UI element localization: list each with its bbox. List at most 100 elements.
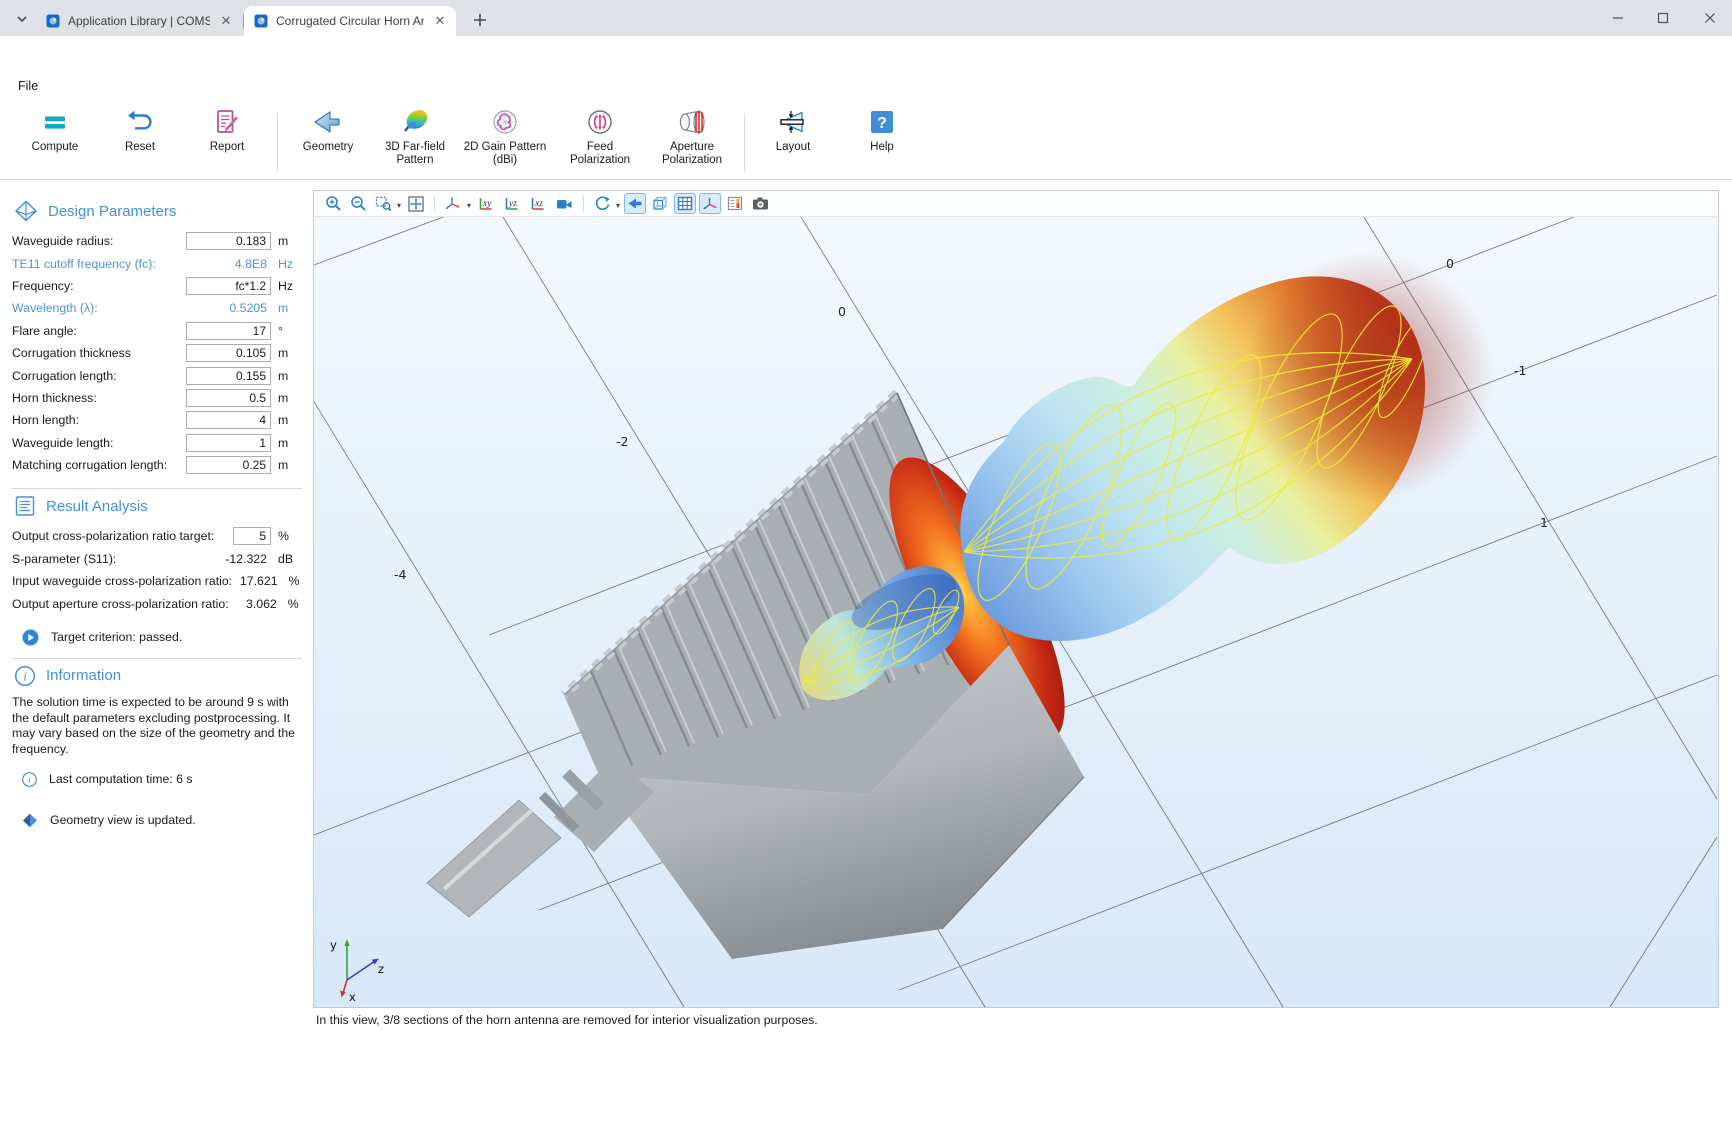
parameter-row: Horn thickness: m [12, 387, 302, 409]
camera-icon [751, 195, 770, 212]
geometry-button[interactable]: Geometry [288, 106, 368, 176]
tab-strip: Application Library | COMSOL S ✕ Corruga… [0, 0, 1732, 36]
rotate-icon [594, 195, 611, 212]
frequency-input[interactable] [186, 277, 271, 295]
gain-pattern-button[interactable]: 2D Gain Pattern (dBi) [459, 106, 551, 176]
waveguide-radius-input[interactable] [186, 232, 271, 250]
result-row: Output aperture cross-polarization ratio… [12, 592, 302, 614]
transparency-toggle[interactable] [649, 193, 671, 214]
status-text: Geometry view is updated. [50, 813, 196, 827]
tab-horn-antenna[interactable]: Corrugated Circular Horn Anten ✕ [244, 6, 456, 36]
reset-button[interactable]: Reset [104, 106, 176, 176]
parameter-row: Corrugation length: m [12, 364, 302, 386]
2d-gain-icon [489, 106, 521, 138]
section-title: Design Parameters [48, 203, 176, 220]
dropdown-caret-icon[interactable]: ▾ [467, 201, 471, 210]
corrugation-thickness-input[interactable] [186, 344, 271, 362]
design-parameters-header: Design Parameters [14, 200, 302, 222]
layout-button[interactable]: Layout [757, 106, 829, 176]
rotate-view-button[interactable] [591, 193, 613, 214]
result-row: S-parameter (S11): -12.322 dB [12, 548, 302, 570]
zoom-box-icon [375, 195, 392, 212]
default-view-axes-icon [444, 195, 462, 212]
tab-title: Corrugated Circular Horn Anten [276, 14, 424, 28]
svg-text:0: 0 [838, 304, 846, 319]
result-analysis-header: Result Analysis [14, 495, 302, 517]
graphics-panel: ▾ ▾ xy yz xz ▾ [313, 190, 1719, 1008]
grid-toggle[interactable] [674, 193, 696, 214]
default-view-button[interactable] [442, 193, 464, 214]
view-xy-icon: xy [477, 195, 496, 212]
svg-text:-1: -1 [1514, 363, 1526, 378]
plus-icon [473, 13, 487, 27]
show-geometry-toggle[interactable] [624, 193, 646, 214]
grid-icon [676, 195, 694, 212]
report-icon [211, 106, 243, 138]
coordinate-triad: y z x [330, 938, 384, 1004]
tab-application-library[interactable]: Application Library | COMSOL S ✕ [36, 6, 242, 36]
aperture-polarization-icon [676, 106, 708, 138]
color-legend-icon [726, 195, 744, 212]
horn-toggle-icon [626, 195, 644, 212]
result-row: Input waveguide cross-polarization ratio… [12, 570, 302, 592]
flare-angle-input[interactable] [186, 322, 271, 340]
maximize-button[interactable] [1648, 6, 1678, 30]
cross-polarization-target-input[interactable] [233, 527, 271, 545]
camera-view-icon [555, 196, 574, 212]
axes-toggle[interactable] [699, 193, 721, 214]
graphics-viewport[interactable]: 0 -2 -4 0 -1 1 [314, 217, 1718, 1007]
feed-polarization-button[interactable]: Feed Polarization [558, 106, 642, 176]
horn-thickness-input[interactable] [186, 389, 271, 407]
view-xz-button[interactable]: xz [527, 193, 550, 214]
scene-light-button[interactable] [553, 193, 576, 214]
help-button[interactable]: ? Help [852, 106, 912, 176]
3d-scene: 0 -2 -4 0 -1 1 [314, 217, 1718, 1007]
feed-polarization-icon [584, 106, 616, 138]
tab-close-icon[interactable]: ✕ [432, 13, 448, 29]
file-menu[interactable]: File [14, 78, 42, 94]
cube-icon [651, 195, 669, 212]
parameter-row: TE11 cutoff frequency (fc): 4.8E8 Hz [12, 252, 302, 274]
horn-length-input[interactable] [186, 411, 271, 429]
matching-corrugation-length-input[interactable] [186, 456, 271, 474]
corrugation-length-input[interactable] [186, 367, 271, 385]
chevron-down-icon [16, 13, 28, 25]
new-tab-button[interactable] [468, 8, 492, 32]
parameter-row: Waveguide radius: m [12, 230, 302, 252]
graphics-toolbar: ▾ ▾ xy yz xz ▾ [314, 191, 1718, 217]
app-menu-bar: File [0, 74, 1732, 100]
zoom-box-button[interactable] [372, 193, 394, 214]
zoom-in-button[interactable] [322, 193, 344, 214]
close-window-button[interactable] [1695, 6, 1725, 30]
aperture-polarization-button[interactable]: Aperture Polarization [650, 106, 734, 176]
browser-window: Application Library | COMSOL S ✕ Corruga… [0, 0, 1732, 1145]
farfield-pattern-button[interactable]: 3D Far-field Pattern [372, 106, 458, 176]
compute-button[interactable]: Compute [19, 106, 91, 176]
view-xy-button[interactable]: xy [475, 193, 498, 214]
ribbon-divider [277, 114, 278, 172]
tab-search-button[interactable] [10, 7, 34, 31]
parameter-row: Horn length: m [12, 409, 302, 431]
dropdown-caret-icon[interactable]: ▾ [397, 201, 401, 210]
zoom-extents-button[interactable] [405, 193, 427, 214]
play-status-icon [22, 629, 39, 646]
dropdown-caret-icon[interactable]: ▾ [616, 201, 620, 210]
info-small-icon: i [22, 772, 37, 787]
report-button[interactable]: Report [191, 106, 263, 176]
zoom-out-button[interactable] [347, 193, 369, 214]
minimize-button[interactable] [1603, 6, 1633, 30]
information-paragraph: The solution time is expected to be arou… [12, 695, 304, 758]
browser-toolbar: comsol.com/server-demo/app/library_corru… [0, 36, 1732, 74]
parameter-row: Waveguide length: m [12, 432, 302, 454]
tab-close-icon[interactable]: ✕ [218, 13, 234, 29]
geometry-updated-status: Geometry view is updated. [22, 813, 302, 828]
snapshot-button[interactable] [749, 193, 772, 214]
help-icon: ? [866, 106, 898, 138]
last-computation-status: i Last computation time: 6 s [22, 772, 302, 787]
legend-toggle[interactable] [724, 193, 746, 214]
view-yz-button[interactable]: yz [501, 193, 524, 214]
waveguide-length-input[interactable] [186, 434, 271, 452]
svg-text:1: 1 [1540, 515, 1548, 530]
parameter-row: Frequency: Hz [12, 275, 302, 297]
target-criterion-status: Target criterion: passed. [22, 629, 302, 646]
